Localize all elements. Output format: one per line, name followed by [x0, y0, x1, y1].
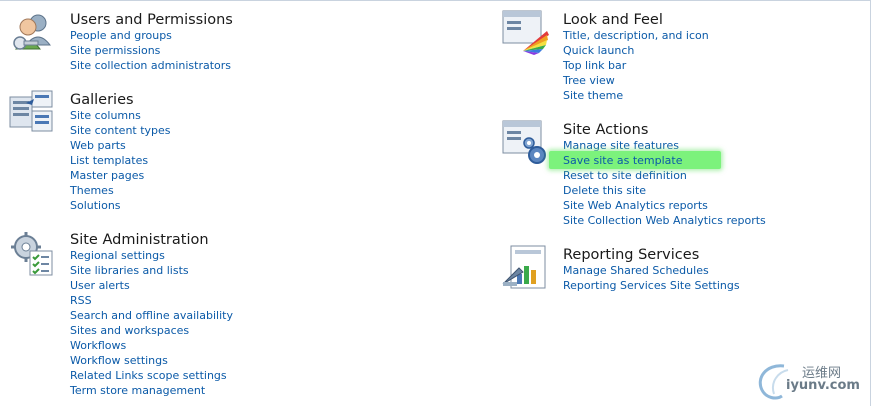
reporting-services-icon	[501, 244, 549, 292]
link-workflows[interactable]: Workflows	[70, 338, 233, 353]
link-related-links-scope-settings[interactable]: Related Links scope settings	[70, 368, 233, 383]
section-site-administration: Site Administration Regional settings Si…	[0, 221, 420, 406]
link-site-theme[interactable]: Site theme	[563, 88, 709, 103]
site-actions-icon	[501, 119, 549, 167]
site-settings-page: Users and Permissions People and groups …	[0, 0, 871, 406]
galleries-links: Site columns Site content types Web part…	[70, 108, 171, 213]
site-actions-links: Manage site features Save site as templa…	[549, 138, 766, 228]
link-quick-launch[interactable]: Quick launch	[563, 43, 709, 58]
link-delete-this-site[interactable]: Delete this site	[563, 183, 766, 198]
users-links: People and groups Site permissions Site …	[70, 28, 231, 73]
link-user-alerts[interactable]: User alerts	[70, 278, 233, 293]
galleries-icon	[8, 89, 56, 137]
link-web-parts[interactable]: Web parts	[70, 138, 171, 153]
site-administration-title: Site Administration	[70, 232, 209, 248]
link-term-store-management[interactable]: Term store management	[70, 383, 233, 398]
site-administration-links: Regional settings Site libraries and lis…	[70, 248, 233, 398]
link-site-columns[interactable]: Site columns	[70, 108, 171, 123]
link-tree-view[interactable]: Tree view	[563, 73, 709, 88]
watermark-text-en: iyunv.com	[786, 378, 860, 393]
section-galleries: Galleries Site columns Site content type…	[0, 81, 420, 221]
look-and-feel-links: Title, description, and icon Quick launc…	[563, 28, 709, 103]
look-and-feel-icon	[501, 9, 549, 57]
look-and-feel-title: Look and Feel	[563, 12, 663, 28]
link-reporting-services-site-settings[interactable]: Reporting Services Site Settings	[563, 278, 740, 293]
link-list-templates[interactable]: List templates	[70, 153, 171, 168]
link-save-site-as-template[interactable]: Save site as template	[549, 151, 766, 169]
users-permissions-icon	[8, 9, 56, 57]
section-look-and-feel: Look and Feel Title, description, and ic…	[493, 1, 863, 111]
save-site-as-template-label: Save site as template	[563, 154, 683, 167]
link-workflow-settings[interactable]: Workflow settings	[70, 353, 233, 368]
users-and-permissions-title: Users and Permissions	[70, 12, 233, 28]
link-master-pages[interactable]: Master pages	[70, 168, 171, 183]
link-site-permissions[interactable]: Site permissions	[70, 43, 231, 58]
link-top-link-bar[interactable]: Top link bar	[563, 58, 709, 73]
link-site-web-analytics-reports[interactable]: Site Web Analytics reports	[563, 198, 766, 213]
link-sites-and-workspaces[interactable]: Sites and workspaces	[70, 323, 233, 338]
section-site-actions: Site Actions Manage site features Save s…	[493, 111, 863, 236]
link-reset-to-site-definition[interactable]: Reset to site definition	[563, 168, 766, 183]
watermark: 运维网 iyunv.com	[754, 356, 864, 404]
link-solutions[interactable]: Solutions	[70, 198, 171, 213]
site-actions-title: Site Actions	[563, 122, 649, 138]
reporting-services-title: Reporting Services	[563, 247, 700, 263]
link-title-description-and-icon[interactable]: Title, description, and icon	[563, 28, 709, 43]
link-site-libraries-and-lists[interactable]: Site libraries and lists	[70, 263, 233, 278]
link-manage-shared-schedules[interactable]: Manage Shared Schedules	[563, 263, 740, 278]
link-regional-settings[interactable]: Regional settings	[70, 248, 233, 263]
link-site-collection-web-analytics-reports[interactable]: Site Collection Web Analytics reports	[563, 213, 766, 228]
section-reporting-services: Reporting Services Manage Shared Schedul…	[493, 236, 863, 306]
galleries-title: Galleries	[70, 92, 134, 108]
link-themes[interactable]: Themes	[70, 183, 171, 198]
site-administration-icon	[8, 229, 56, 277]
section-users-and-permissions: Users and Permissions People and groups …	[0, 1, 420, 81]
link-search-and-offline-availability[interactable]: Search and offline availability	[70, 308, 233, 323]
link-site-content-types[interactable]: Site content types	[70, 123, 171, 138]
link-rss[interactable]: RSS	[70, 293, 233, 308]
reporting-services-links: Manage Shared Schedules Reporting Servic…	[563, 263, 740, 293]
link-people-and-groups[interactable]: People and groups	[70, 28, 231, 43]
link-site-collection-administrators[interactable]: Site collection administrators	[70, 58, 231, 73]
